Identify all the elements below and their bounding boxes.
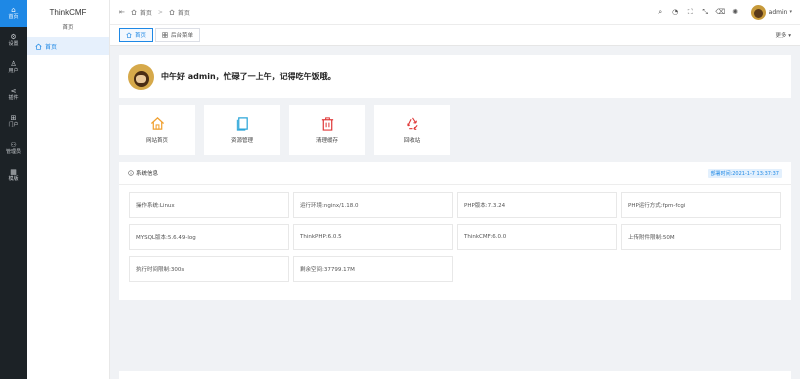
quick-clear-cache[interactable]: 清理缓存 <box>289 105 365 155</box>
system-info-item: 运行环境:nginx/1.18.0 <box>293 192 453 218</box>
sub-menu: 首页 <box>27 37 109 55</box>
system-info-header: 系统信息 部署时间:2021-1-7 13:37:37 <box>119 162 791 185</box>
tab-label: 后台菜单 <box>171 33 194 39</box>
breadcrumb: 首页 > 首页 <box>131 8 190 17</box>
quick-resources[interactable]: 资源管理 <box>204 105 280 155</box>
rail-item-users[interactable]: ♙ 用户 <box>0 54 27 81</box>
brand-title: ThinkCMF <box>49 8 87 17</box>
deploy-time-badge: 部署时间:2021-1-7 13:37:37 <box>707 168 782 178</box>
rail-item-label: 门户 <box>8 122 19 128</box>
breadcrumb-item[interactable]: 首页 <box>140 8 152 17</box>
rail-item-settings[interactable]: ⚙ 设置 <box>0 27 27 54</box>
tab-home[interactable]: 首页 <box>119 28 154 42</box>
home-icon <box>169 9 175 15</box>
system-info-panel: 系统信息 部署时间:2021-1-7 13:37:37 操作系统:Linux 运… <box>119 162 791 300</box>
rail-item-label: 模版 <box>8 176 19 182</box>
main-nav-rail: ⌂ 首页 ⚙ 设置 ♙ 用户 ⋖ 插件 ⊞ 门户 ⚇ 管理员 ▦ 模版 <box>0 0 27 379</box>
home-icon <box>150 116 165 131</box>
rail-item-label: 管理员 <box>5 149 21 155</box>
tab-label: 首页 <box>135 33 147 39</box>
system-info-item: 执行时间限制:300s <box>129 256 289 282</box>
main-content: 中午好 admin，忙碌了一上午，记得吃午饭哦。 网站首页 资源管理 清理缓存 … <box>110 46 800 379</box>
rail-item-label: 首页 <box>8 14 19 20</box>
quick-label: 网站首页 <box>145 138 168 144</box>
share-icon: ⋖ <box>10 87 17 95</box>
home-icon: ⌂ <box>11 6 16 14</box>
tab-admin-menu[interactable]: 后台菜单 <box>155 28 201 42</box>
info-icon <box>128 170 134 176</box>
rail-item-home[interactable]: ⌂ 首页 <box>0 0 27 27</box>
sidebar-item-home[interactable]: 首页 <box>27 37 109 55</box>
system-info-item: PHP版本:7.3.24 <box>457 192 617 218</box>
grid-icon: ⊞ <box>10 114 17 122</box>
collapse-menu-icon[interactable]: ⇤ <box>119 8 125 16</box>
sidebar-section-title: 首页 <box>62 25 74 31</box>
home-icon <box>131 9 137 15</box>
system-info-item: 剩余空间:37799.17M <box>293 256 453 282</box>
grid-icon <box>162 32 168 38</box>
template-icon: ▦ <box>10 168 17 176</box>
system-info-item: PHP运行方式:fpm-fcgi <box>621 192 781 218</box>
more-label: 更多 <box>775 33 787 39</box>
system-info-item: 上传附件限制:50M <box>621 224 781 250</box>
rail-item-admins[interactable]: ⚇ 管理员 <box>0 135 27 162</box>
welcome-card: 中午好 admin，忙碌了一上午，记得吃午饭哦。 <box>119 55 791 98</box>
rail-item-templates[interactable]: ▦ 模版 <box>0 162 27 189</box>
home-icon <box>126 32 132 38</box>
user-icon: ♙ <box>10 60 17 68</box>
quick-label: 资源管理 <box>230 138 253 144</box>
rail-item-label: 插件 <box>8 95 19 101</box>
system-info-grid: 操作系统:Linux 运行环境:nginx/1.18.0 PHP版本:7.3.2… <box>119 185 791 289</box>
chevron-down-icon[interactable]: ▾ <box>789 9 792 15</box>
page-tabs: 首页 后台菜单 更多 ▾ <box>110 25 800 46</box>
clear-icon[interactable]: ⌫ <box>713 8 728 16</box>
search-icon[interactable]: ⌕ <box>653 8 668 17</box>
rail-item-plugins[interactable]: ⋖ 插件 <box>0 81 27 108</box>
more-dropdown[interactable]: 更多 ▾ <box>775 31 791 39</box>
chevron-down-icon: ▾ <box>788 33 791 39</box>
user-name[interactable]: admin <box>769 9 788 16</box>
quick-actions: 网站首页 资源管理 清理缓存 回收站 <box>119 105 450 155</box>
home-icon <box>35 43 42 50</box>
system-info-item: MYSQL版本:5.6.49-log <box>129 224 289 250</box>
trash-icon <box>320 116 335 131</box>
expand-icon[interactable]: ⤡ <box>698 8 713 17</box>
quick-recycle-bin[interactable]: 回收站 <box>374 105 450 155</box>
file-icon <box>235 116 250 131</box>
rail-item-label: 设置 <box>8 41 19 47</box>
theme-icon[interactable]: ✺ <box>728 8 743 16</box>
breadcrumb-separator: > <box>157 8 163 16</box>
fullscreen-icon[interactable]: ⛶ <box>683 8 698 17</box>
bell-icon[interactable]: ◔ <box>668 8 683 16</box>
system-info-title-text: 系统信息 <box>136 171 159 177</box>
avatar <box>128 63 154 90</box>
system-info-item: ThinkPHP:6.0.5 <box>293 224 453 250</box>
quick-site-home[interactable]: 网站首页 <box>119 105 195 155</box>
recycle-icon <box>405 116 420 131</box>
rail-item-label: 用户 <box>8 68 19 74</box>
quick-label: 清理缓存 <box>315 138 338 144</box>
rail-item-portal[interactable]: ⊞ 门户 <box>0 108 27 135</box>
sub-sidebar: ThinkCMF 首页 首页 <box>27 0 110 379</box>
welcome-message: 中午好 admin，忙碌了一上午，记得吃午饭哦。 <box>161 72 336 81</box>
gear-icon: ⚙ <box>10 33 17 41</box>
sidebar-item-label: 首页 <box>45 43 58 51</box>
admin-icon: ⚇ <box>10 141 17 149</box>
quick-label: 回收站 <box>403 138 421 144</box>
top-bar: ⇤ 首页 > 首页 ⌕ ◔ ⛶ ⤡ ⌫ ✺ admin ▾ <box>110 0 800 25</box>
breadcrumb-item: 首页 <box>177 9 190 17</box>
avatar[interactable] <box>750 4 766 20</box>
system-info-item: ThinkCMF:6.0.0 <box>457 224 617 250</box>
system-info-item: 操作系统:Linux <box>129 192 289 218</box>
bottom-card <box>119 371 791 379</box>
system-info-title: 系统信息 <box>128 169 158 177</box>
